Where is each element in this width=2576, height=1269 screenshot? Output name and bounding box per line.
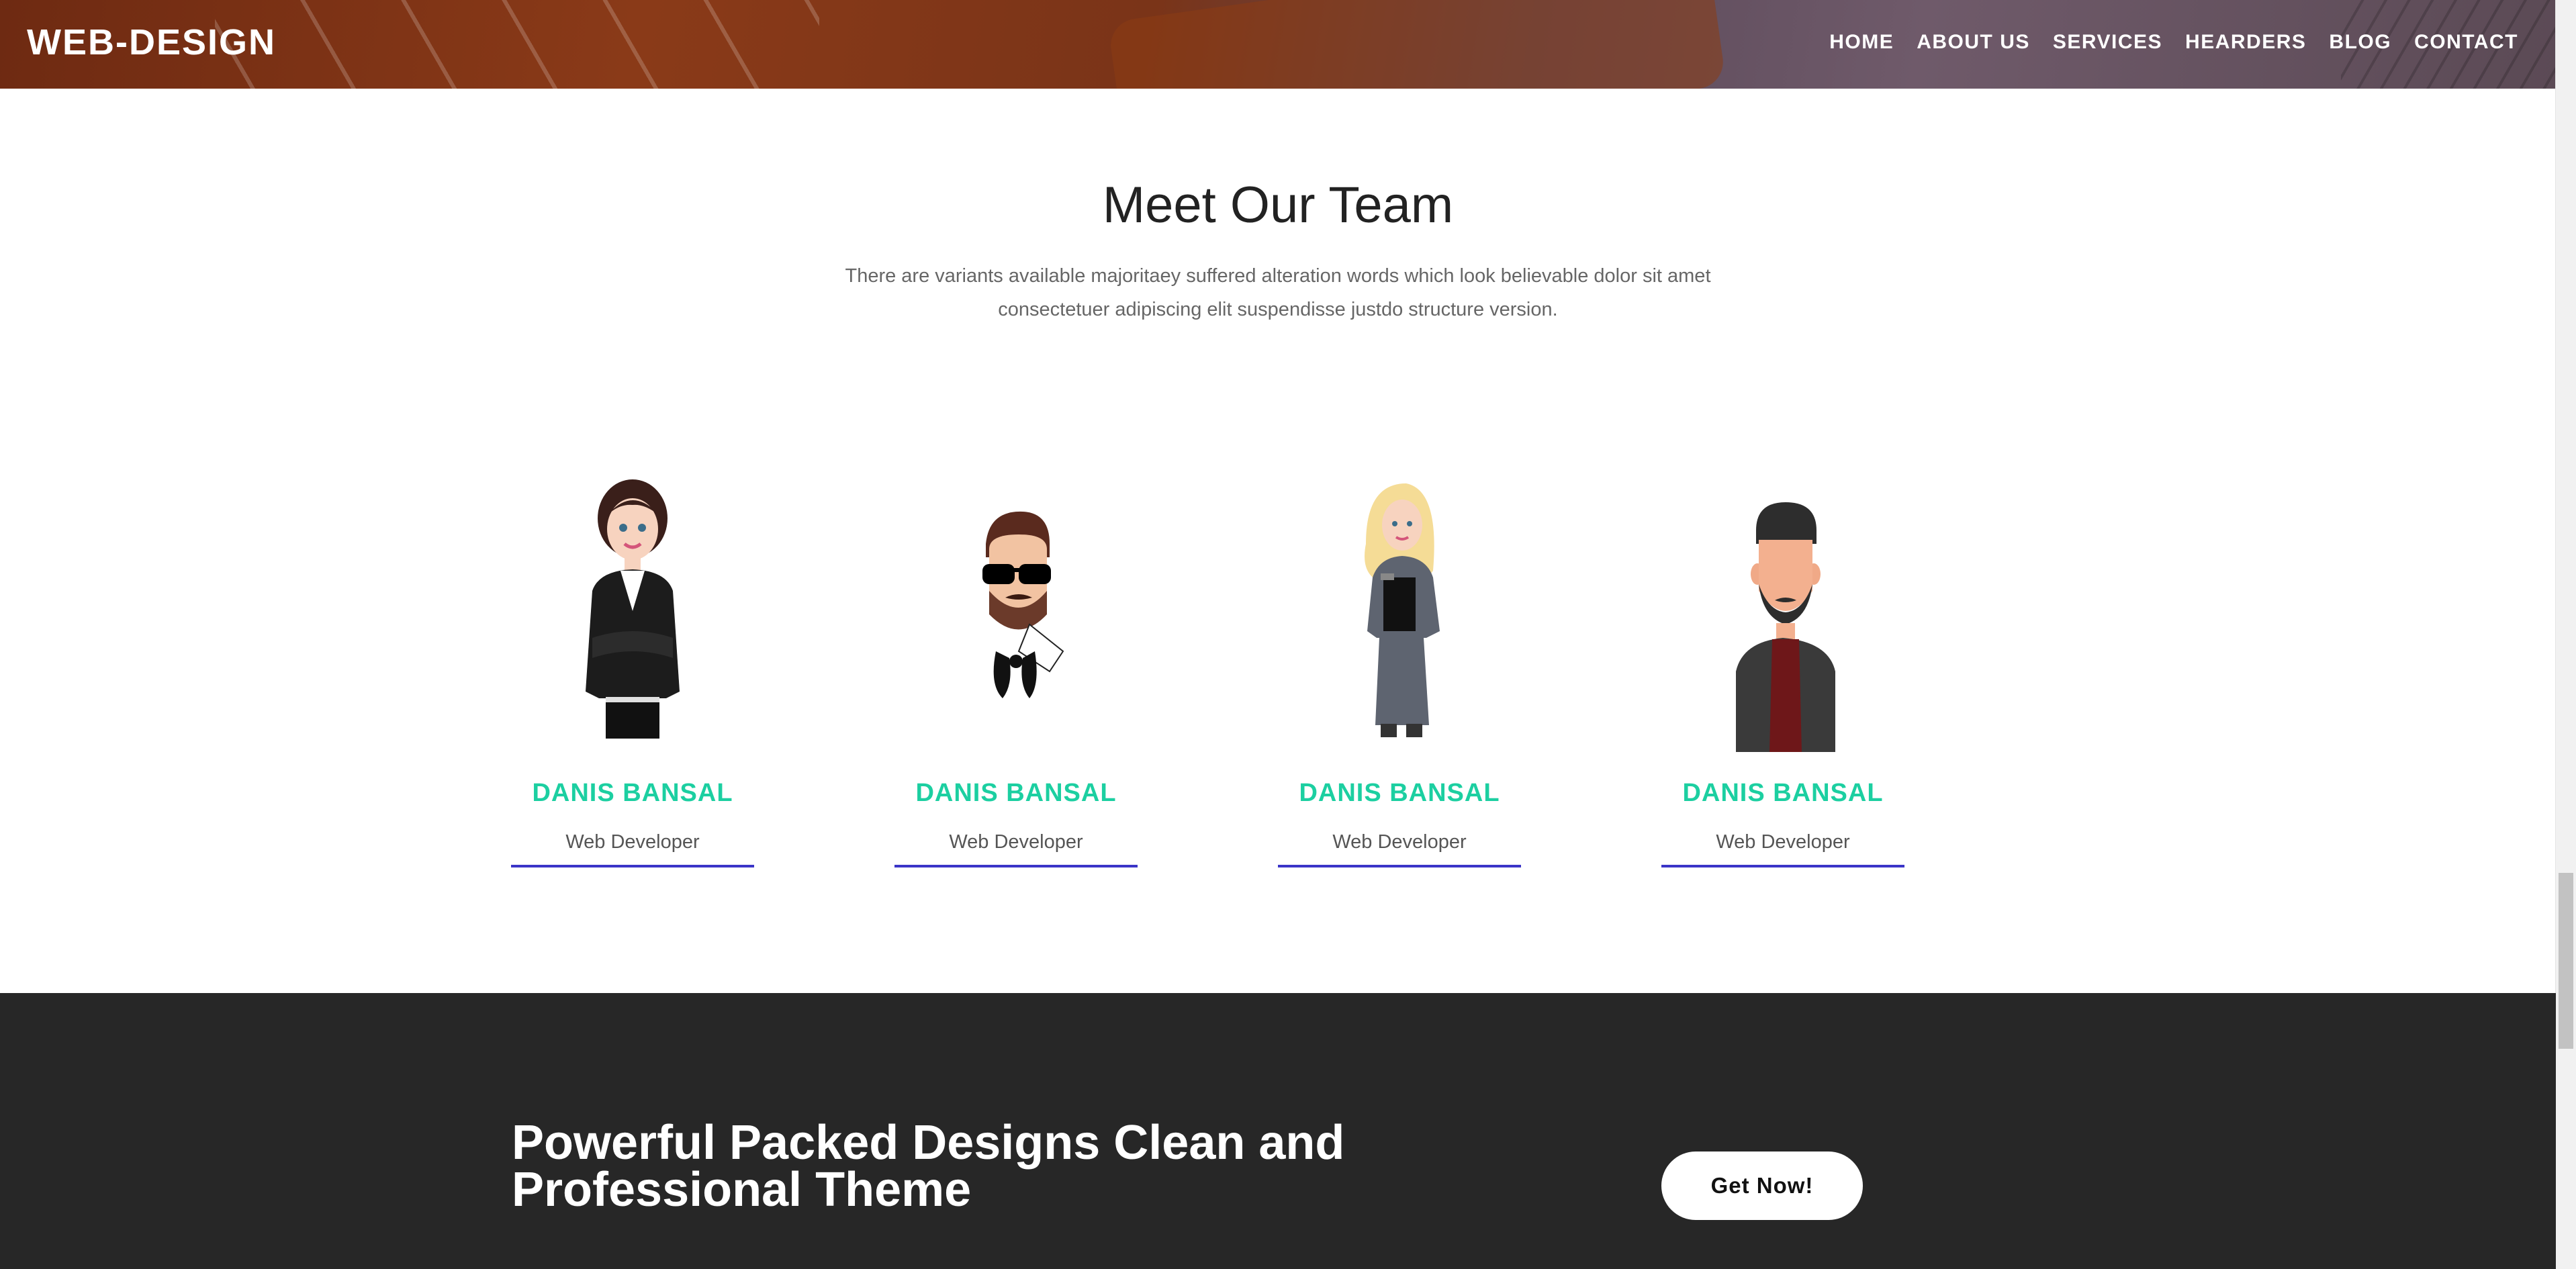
member-underline [1661,865,1904,867]
scrollbar-thumb[interactable] [2559,873,2573,1049]
page-scrollbar[interactable] [2555,0,2576,1269]
team-section-title: Meet Our Team [1102,177,1454,234]
cta-title: Powerful Packed Designs Clean and Profes… [512,1116,1345,1217]
team-section-description: There are variants available majoritaey … [845,265,1711,320]
member-name: DANIS BANSAL [532,779,733,807]
nav-home[interactable]: HOME [1829,31,1894,54]
team-card: DANIS BANSAL Web Developer [1278,470,1521,873]
member-underline [1278,865,1521,867]
site-logo[interactable]: WEB-DESIGN [27,21,276,63]
team-card: DANIS BANSAL Web Developer [1661,470,1904,873]
team-card: DANIS BANSAL Web Developer [894,470,1138,873]
get-now-button[interactable]: Get Now! [1661,1152,1863,1220]
bearded-man-sunglasses-avatar-icon [894,470,1138,752]
member-underline [894,865,1138,867]
header-background-shape [1107,0,1727,89]
main-nav: HOME ABOUT US SERVICES HEARDERS BLOG CON… [1829,31,2518,54]
bearded-man-avatar-icon [1661,470,1904,752]
member-name: DANIS BANSAL [915,779,1117,807]
blonde-woman-clipboard-avatar-icon [1278,470,1521,752]
member-role: Web Developer [1332,831,1467,853]
nav-hearders[interactable]: HEARDERS [2185,31,2306,54]
member-name: DANIS BANSAL [1682,779,1884,807]
member-role: Web Developer [565,831,700,853]
site-header: WEB-DESIGN HOME ABOUT US SERVICES HEARDE… [0,0,2556,89]
nav-contact[interactable]: CONTACT [2414,31,2518,54]
cta-section: Powerful Packed Designs Clean and Profes… [0,993,2556,1269]
member-name: DANIS BANSAL [1299,779,1500,807]
businesswoman-avatar-icon [511,470,754,752]
team-card: DANIS BANSAL Web Developer [511,470,754,873]
member-role: Web Developer [949,831,1083,853]
header-keyboard-background [215,0,819,89]
member-role: Web Developer [1716,831,1850,853]
nav-blog[interactable]: BLOG [2329,31,2391,54]
member-underline [511,865,754,867]
nav-services[interactable]: SERVICES [2053,31,2162,54]
nav-about-us[interactable]: ABOUT US [1917,31,2030,54]
